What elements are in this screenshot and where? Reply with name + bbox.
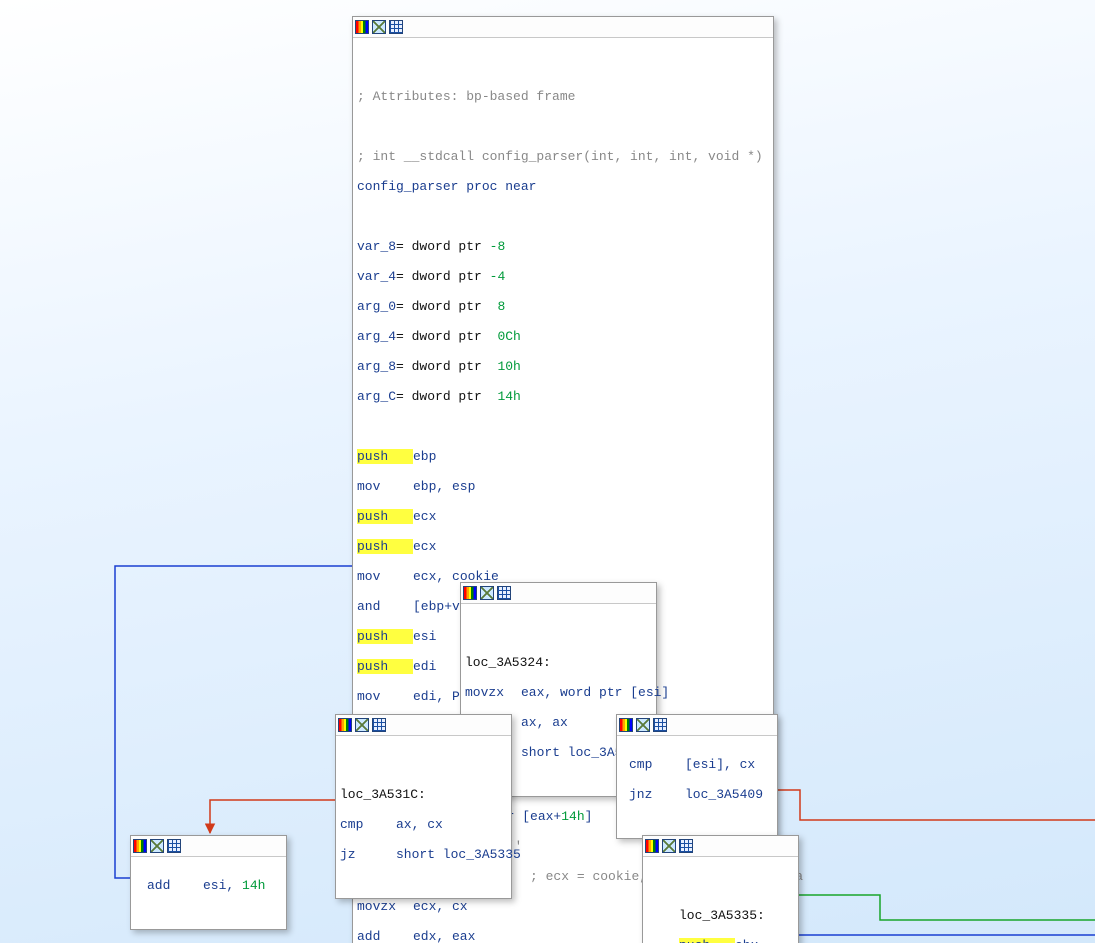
graph-icon[interactable] bbox=[497, 586, 511, 600]
color-icon[interactable] bbox=[619, 718, 633, 732]
picture-icon[interactable] bbox=[372, 20, 386, 34]
graph-icon[interactable] bbox=[679, 839, 693, 853]
node-titlebar bbox=[336, 715, 511, 736]
node-cmp-esi-cx[interactable]: cmp[esi], cx jnzloc_3A5409 bbox=[616, 714, 778, 839]
node-titlebar bbox=[643, 836, 798, 857]
picture-icon[interactable] bbox=[480, 586, 494, 600]
graph-icon[interactable] bbox=[389, 20, 403, 34]
color-icon[interactable] bbox=[645, 839, 659, 853]
node-loc-3a5335[interactable]: loc_3A5335: pushebx bbox=[642, 835, 799, 943]
node-loc-3a531c[interactable]: loc_3A531C: cmpax, cx jzshort loc_3A5335 bbox=[335, 714, 512, 899]
picture-icon[interactable] bbox=[150, 839, 164, 853]
node-titlebar bbox=[131, 836, 286, 857]
graph-icon[interactable] bbox=[653, 718, 667, 732]
graph-icon[interactable] bbox=[167, 839, 181, 853]
picture-icon[interactable] bbox=[355, 718, 369, 732]
color-icon[interactable] bbox=[463, 586, 477, 600]
graph-icon[interactable] bbox=[372, 718, 386, 732]
picture-icon[interactable] bbox=[662, 839, 676, 853]
node-body: loc_3A5335: pushebx bbox=[643, 857, 798, 943]
color-icon[interactable] bbox=[338, 718, 352, 732]
node-titlebar bbox=[461, 583, 656, 604]
color-icon[interactable] bbox=[133, 839, 147, 853]
node-add-esi-14h[interactable]: addesi, 14h bbox=[130, 835, 287, 930]
node-body: cmp[esi], cx jnzloc_3A5409 bbox=[617, 736, 777, 838]
node-body: loc_3A531C: cmpax, cx jzshort loc_3A5335 bbox=[336, 736, 511, 898]
node-titlebar bbox=[617, 715, 777, 736]
color-icon[interactable] bbox=[355, 20, 369, 34]
picture-icon[interactable] bbox=[636, 718, 650, 732]
node-body: addesi, 14h bbox=[131, 857, 286, 929]
node-titlebar bbox=[353, 17, 773, 38]
